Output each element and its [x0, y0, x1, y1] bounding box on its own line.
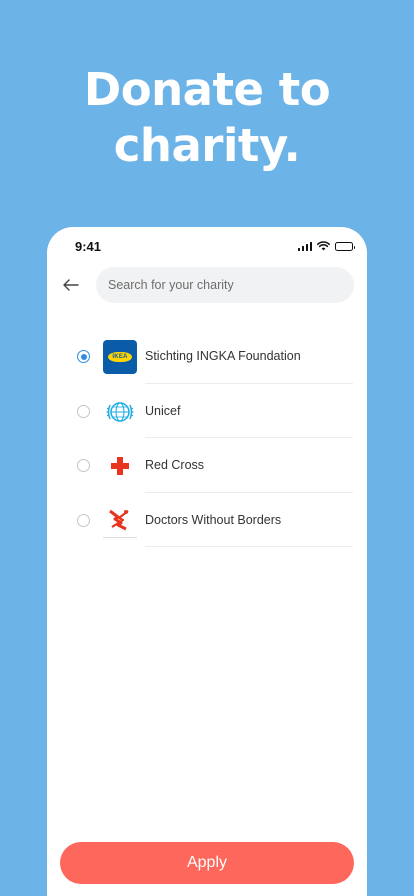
red-cross-logo — [103, 449, 137, 483]
wifi-icon — [317, 241, 330, 251]
ikea-logo-text: IKEA — [108, 352, 132, 362]
list-item[interactable]: Unicef — [47, 384, 367, 438]
phone-mockup: 9:41 IKEA Stichting INGKA Foundation — [47, 227, 367, 896]
headline-line-2: charity. — [113, 119, 301, 172]
list-item[interactable]: Red Cross — [47, 438, 367, 493]
charity-name: Unicef — [145, 403, 181, 418]
radio-button[interactable] — [77, 459, 90, 472]
list-item[interactable]: Doctors Without Borders — [47, 493, 367, 547]
status-time: 9:41 — [75, 239, 102, 254]
list-item[interactable]: IKEA Stichting INGKA Foundation — [47, 329, 367, 384]
radio-button[interactable] — [77, 350, 90, 363]
battery-icon — [335, 242, 355, 251]
charity-name: Red Cross — [145, 458, 205, 472]
charity-list: IKEA Stichting INGKA Foundation Unicef R… — [47, 329, 367, 547]
charity-name: Doctors Without Borders — [145, 512, 282, 527]
back-button[interactable] — [61, 275, 81, 295]
unicef-logo — [103, 395, 137, 429]
arrow-left-icon — [63, 279, 79, 291]
status-icons — [297, 241, 355, 251]
search-input[interactable] — [96, 267, 354, 303]
ikea-logo: IKEA — [103, 340, 137, 374]
apply-button[interactable]: Apply — [60, 842, 354, 884]
headline-line-1: Donate to — [83, 63, 331, 116]
signal-icon — [297, 242, 312, 251]
divider — [145, 546, 353, 547]
radio-button[interactable] — [77, 513, 90, 527]
msf-logo — [103, 504, 137, 538]
status-bar: 9:41 — [47, 227, 367, 267]
radio-button[interactable] — [77, 404, 90, 418]
page-headline: Donate to charity. — [0, 62, 414, 174]
charity-name: Stichting INGKA Foundation — [145, 349, 301, 363]
